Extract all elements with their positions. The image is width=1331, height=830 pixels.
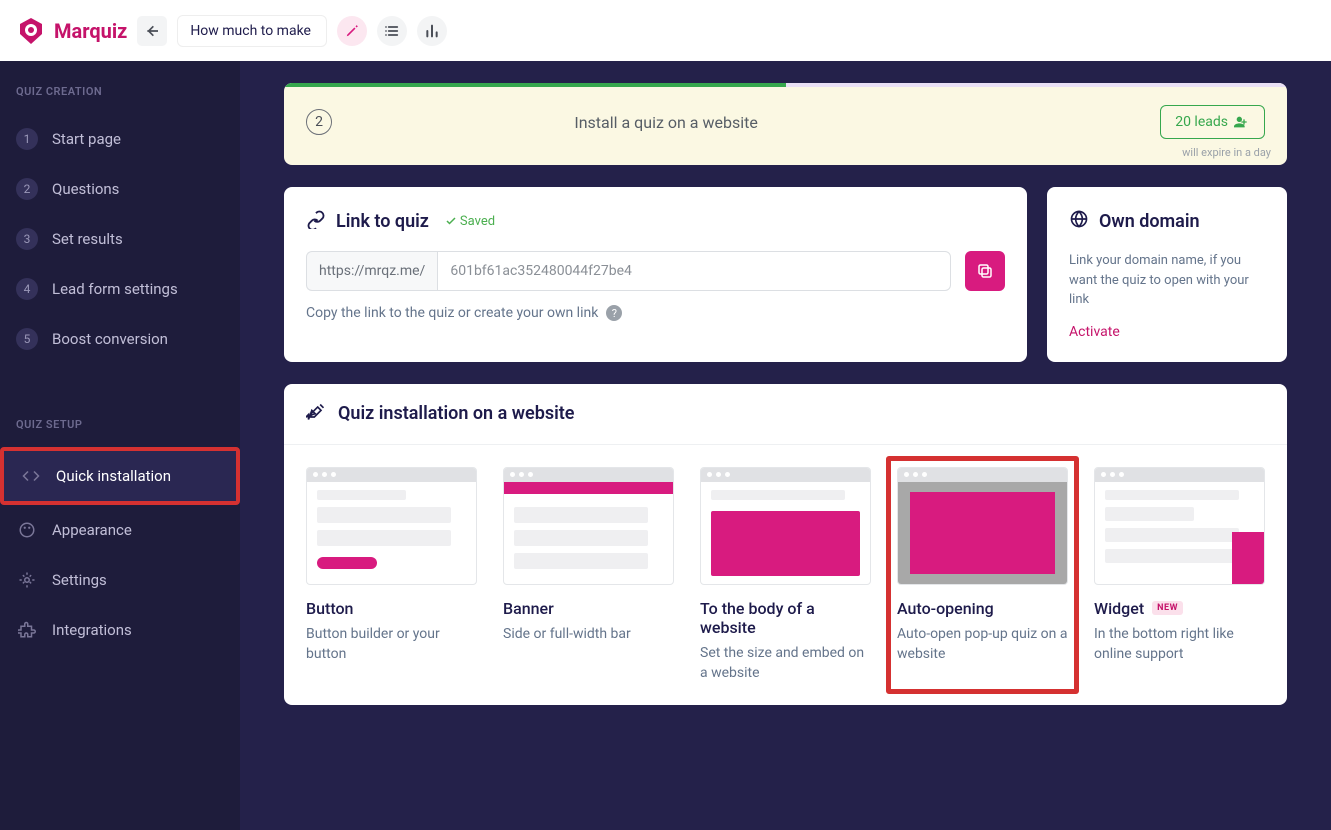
sidebar: QUIZ CREATION 1Start page 2Questions 3Se… [0,61,240,830]
link-card: Link to quiz Saved https://mrqz.me/ [284,187,1027,362]
topbar: Marquiz [0,0,1331,61]
banner-note: will expire in a day [1182,146,1271,159]
sidebar-item-settings[interactable]: Settings [0,555,240,605]
list-icon [384,23,400,39]
banner-text: Install a quiz on a website [284,113,1050,132]
stats-button[interactable] [417,16,447,46]
install-title: Quiz installation on a website [338,403,575,424]
sidebar-item-lead-form[interactable]: 4Lead form settings [0,264,240,314]
globe-icon [1069,209,1089,233]
brand-name: Marquiz [54,19,127,43]
logo-mark-icon [16,16,46,46]
copy-icon [976,262,994,280]
code-icon [20,465,42,487]
saved-indicator: Saved [445,214,495,229]
sidebar-item-label: Set results [52,230,123,248]
sidebar-item-integrations[interactable]: Integrations [0,605,240,655]
logo[interactable]: Marquiz [16,16,127,46]
sidebar-item-label: Integrations [52,621,132,639]
help-icon[interactable]: ? [606,305,622,321]
install-item-auto-opening[interactable]: Auto-opening Auto-open pop-up quiz on a … [886,456,1079,695]
person-add-icon [1234,114,1250,130]
activate-link[interactable]: Activate [1069,324,1265,340]
back-button[interactable] [137,16,167,46]
tools-icon [306,402,326,426]
new-badge: NEW [1152,601,1183,615]
sidebar-item-label: Appearance [52,521,132,539]
sidebar-item-label: Start page [52,130,121,148]
domain-card-title: Own domain [1099,211,1200,232]
arrow-left-icon [144,23,160,39]
sidebar-item-label: Questions [52,180,119,198]
install-item-button[interactable]: Button Button builder or your button [306,467,477,684]
edit-button[interactable] [337,16,367,46]
check-icon [445,215,457,227]
sidebar-item-installation[interactable]: Quick installation [0,447,240,505]
quiz-title-input[interactable] [177,15,327,47]
domain-card: Own domain Link your domain name, if you… [1047,187,1287,362]
sidebar-item-questions[interactable]: 2Questions [0,164,240,214]
sidebar-item-label: Quick installation [56,467,171,485]
install-item-banner[interactable]: Banner Side or full-width bar [503,467,674,684]
leads-button[interactable]: 20 leads [1160,105,1265,139]
bar-chart-icon [424,23,440,39]
install-card: Quiz installation on a website Button Bu… [284,384,1287,706]
gear-icon [16,569,38,591]
sidebar-item-label: Settings [52,571,107,589]
sidebar-section-creation: QUIZ CREATION [0,81,240,114]
puzzle-icon [16,619,38,641]
sidebar-item-results[interactable]: 3Set results [0,214,240,264]
link-card-title: Link to quiz [336,211,429,232]
copy-button[interactable] [965,251,1005,291]
sidebar-item-label: Lead form settings [52,280,178,298]
content: 2 Install a quiz on a website 20 leads w… [240,61,1331,830]
list-button[interactable] [377,16,407,46]
link-icon [306,209,326,233]
domain-desc: Link your domain name, if you want the q… [1069,251,1265,310]
link-slug-input[interactable] [437,251,951,291]
sidebar-item-label: Boost conversion [52,330,168,348]
link-help: Copy the link to the quiz or create your… [306,305,1005,321]
sidebar-item-boost[interactable]: 5Boost conversion [0,314,240,364]
sidebar-item-appearance[interactable]: Appearance [0,505,240,555]
sidebar-item-start-page[interactable]: 1Start page [0,114,240,164]
link-prefix: https://mrqz.me/ [306,251,437,291]
sidebar-section-setup: QUIZ SETUP [0,414,240,447]
install-item-widget[interactable]: WidgetNEW In the bottom right like onlin… [1094,467,1265,684]
pencil-icon [345,24,359,38]
palette-icon [16,519,38,541]
progress-banner: 2 Install a quiz on a website 20 leads w… [284,83,1287,165]
install-item-body[interactable]: To the body of a website Set the size an… [700,467,871,684]
